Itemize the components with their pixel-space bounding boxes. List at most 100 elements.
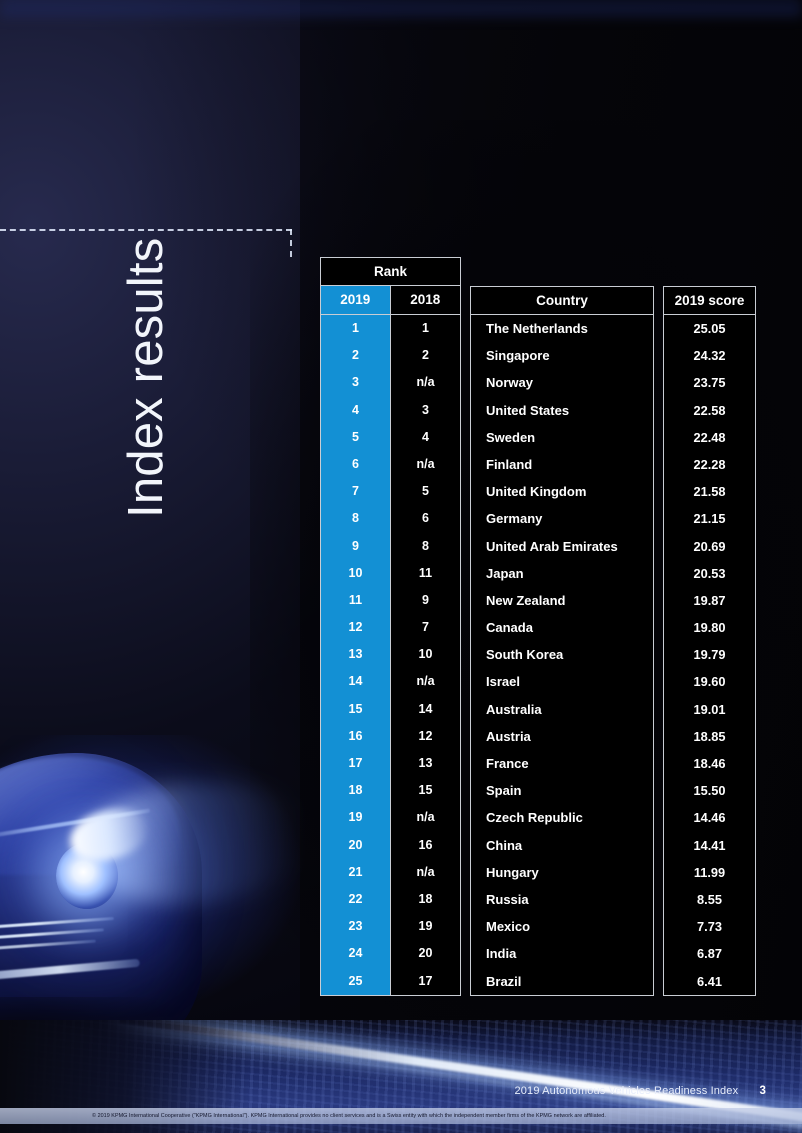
rank-2019-cell: 19 (348, 810, 363, 825)
rank-2019-cell: 20 (348, 837, 363, 852)
country-cell: Germany (486, 511, 543, 527)
car-illustration (0, 735, 360, 1065)
page-number: 3 (759, 1085, 766, 1097)
rank-2019-cell: 18 (348, 783, 363, 798)
rank-2019-cell: 22 (348, 891, 363, 906)
score-cell: 21.58 (693, 484, 726, 500)
rank-2019-cell: 14 (348, 674, 363, 689)
rank-2018-cell: 11 (418, 565, 433, 580)
score-cell: 6.41 (697, 973, 722, 989)
score-cell: 19.01 (693, 701, 726, 717)
country-column: The Netherlands Singapore Norway United Sta… (471, 315, 653, 995)
country-cell: United Arab Emirates (486, 538, 618, 554)
score-cell: 8.55 (697, 891, 722, 907)
score-cell: 6.87 (697, 946, 722, 962)
rank-2019-cell: 24 (348, 946, 363, 961)
country-cell: Canada (486, 620, 533, 636)
rank-2018-cell: 4 (422, 429, 429, 444)
score-cell: 23.75 (693, 375, 726, 391)
score-cell: 14.41 (693, 837, 726, 853)
score-cell: 20.69 (693, 538, 726, 554)
rank-2019-cell: 11 (348, 592, 363, 607)
rank-2018-cell: n/a (416, 375, 435, 390)
country-cell: Sweden (486, 429, 536, 445)
score-cell: 25.05 (693, 321, 726, 336)
country-cell: New Zealand (486, 592, 566, 608)
country-cell: Austria (486, 728, 531, 744)
country-cell: France (486, 756, 529, 771)
score-cell: 24.32 (693, 348, 726, 364)
rank-2018-cell: 2 (422, 348, 429, 363)
rank-subheader-row: 2019 2018 (321, 286, 460, 315)
rank-2018-cell: 1 (422, 321, 429, 335)
rank-2018-cell: 9 (422, 592, 429, 607)
car-grille (0, 916, 120, 967)
rank-2019-cell: 6 (352, 456, 359, 471)
rank-2018-cell: n/a (416, 864, 435, 879)
rank-2018-cell: 16 (418, 837, 433, 852)
country-cell: Finland (486, 456, 533, 472)
rank-2019-cell: 15 (348, 701, 363, 716)
score-cell: 19.80 (693, 620, 726, 636)
country-cell: United States (486, 402, 570, 418)
country-cell: The Netherlands (486, 321, 588, 336)
score-cell: 18.46 (693, 756, 726, 771)
rank-2018-cell: 7 (422, 620, 429, 635)
rank-2019-cell: 5 (352, 429, 359, 444)
rank-2018-cell: 12 (418, 728, 433, 743)
rank-2019-header: 2019 (321, 286, 391, 314)
rank-2019-cell: 17 (348, 756, 363, 770)
country-cell: Spain (486, 783, 522, 799)
rank-2018-cell: n/a (416, 810, 435, 825)
rank-2018-column: 1 2 n/a 3 4 n/a 5 6 8 11 9 7 10 n/a 14 12 13 15 n/a 16 n/a 18… (391, 315, 460, 995)
score-cell: 20.53 (693, 565, 726, 581)
score-cell: 21.15 (693, 511, 726, 527)
road-top-glow (0, 0, 802, 16)
rank-2018-cell: 14 (418, 701, 433, 716)
score-cell: 14.46 (693, 810, 726, 826)
rank-2018-header: 2018 (390, 286, 460, 314)
rank-2019-cell: 3 (352, 375, 359, 390)
country-cell: India (486, 946, 517, 962)
country-cell: Hungary (486, 864, 539, 880)
rank-2018-cell: 15 (418, 783, 433, 798)
country-table-block: Country The Netherlands Singapore Norway Un… (470, 286, 654, 996)
rank-2019-cell: 21 (348, 864, 363, 879)
rank-2019-cell: 10 (348, 565, 363, 580)
country-cell: Israel (486, 674, 520, 690)
score-column: 25.05 24.32 23.75 22.58 22.48 22.28 21.58 21.15… (664, 315, 755, 995)
score-cell: 22.58 (693, 402, 726, 418)
rank-2019-cell: 25 (348, 973, 363, 988)
rank-2018-cell: 3 (422, 402, 429, 417)
rank-rows: 1 2 3 4 5 6 7 8 9 10 11 12 13 14 15 16 17 18 19 20 21 22 23 24 2… (321, 315, 460, 995)
rank-2018-cell: 19 (418, 919, 433, 934)
rank-2019-column: 1 2 3 4 5 6 7 8 9 10 11 12 13 14 15 16 17 18 19 20 21 22 23 24 2… (321, 315, 391, 995)
country-cell: Russia (486, 891, 529, 907)
score-cell: 19.79 (693, 647, 726, 663)
rank-2018-cell: 6 (422, 511, 429, 526)
rank-2019-cell: 1 (352, 321, 359, 335)
rank-2018-cell: 5 (422, 484, 429, 499)
country-cell: Mexico (486, 919, 531, 935)
rank-2019-cell: 13 (348, 647, 363, 662)
country-cell: Brazil (486, 973, 522, 989)
country-cell: United Kingdom (486, 484, 587, 500)
copyright-bar: © 2019 KPMG International Cooperative ("… (0, 1108, 802, 1124)
rank-2018-cell: 10 (418, 647, 433, 662)
rank-2018-cell: 18 (418, 891, 433, 906)
country-cell: China (486, 837, 523, 853)
country-cell: Norway (486, 375, 533, 391)
rank-2018-cell: 8 (422, 538, 429, 553)
rank-2019-cell: 16 (348, 728, 363, 743)
score-header: 2019 score (664, 287, 755, 315)
rank-2019-cell: 2 (352, 348, 359, 363)
rank-2019-cell: 23 (348, 919, 363, 934)
rank-table-block: Rank 2019 2018 1 2 3 4 5 6 7 8 9 10 11 12 13 14 15 16 17… (320, 257, 461, 996)
rank-2018-cell: 13 (418, 756, 433, 770)
country-header: Country (471, 287, 653, 315)
country-cell: Singapore (486, 348, 550, 364)
country-cell: South Korea (486, 647, 564, 663)
page-title: Index results (119, 237, 173, 518)
score-cell: 11.99 (693, 864, 726, 880)
score-table-block: 2019 score 25.05 24.32 23.75 22.58 22.48 22.2… (663, 286, 756, 996)
